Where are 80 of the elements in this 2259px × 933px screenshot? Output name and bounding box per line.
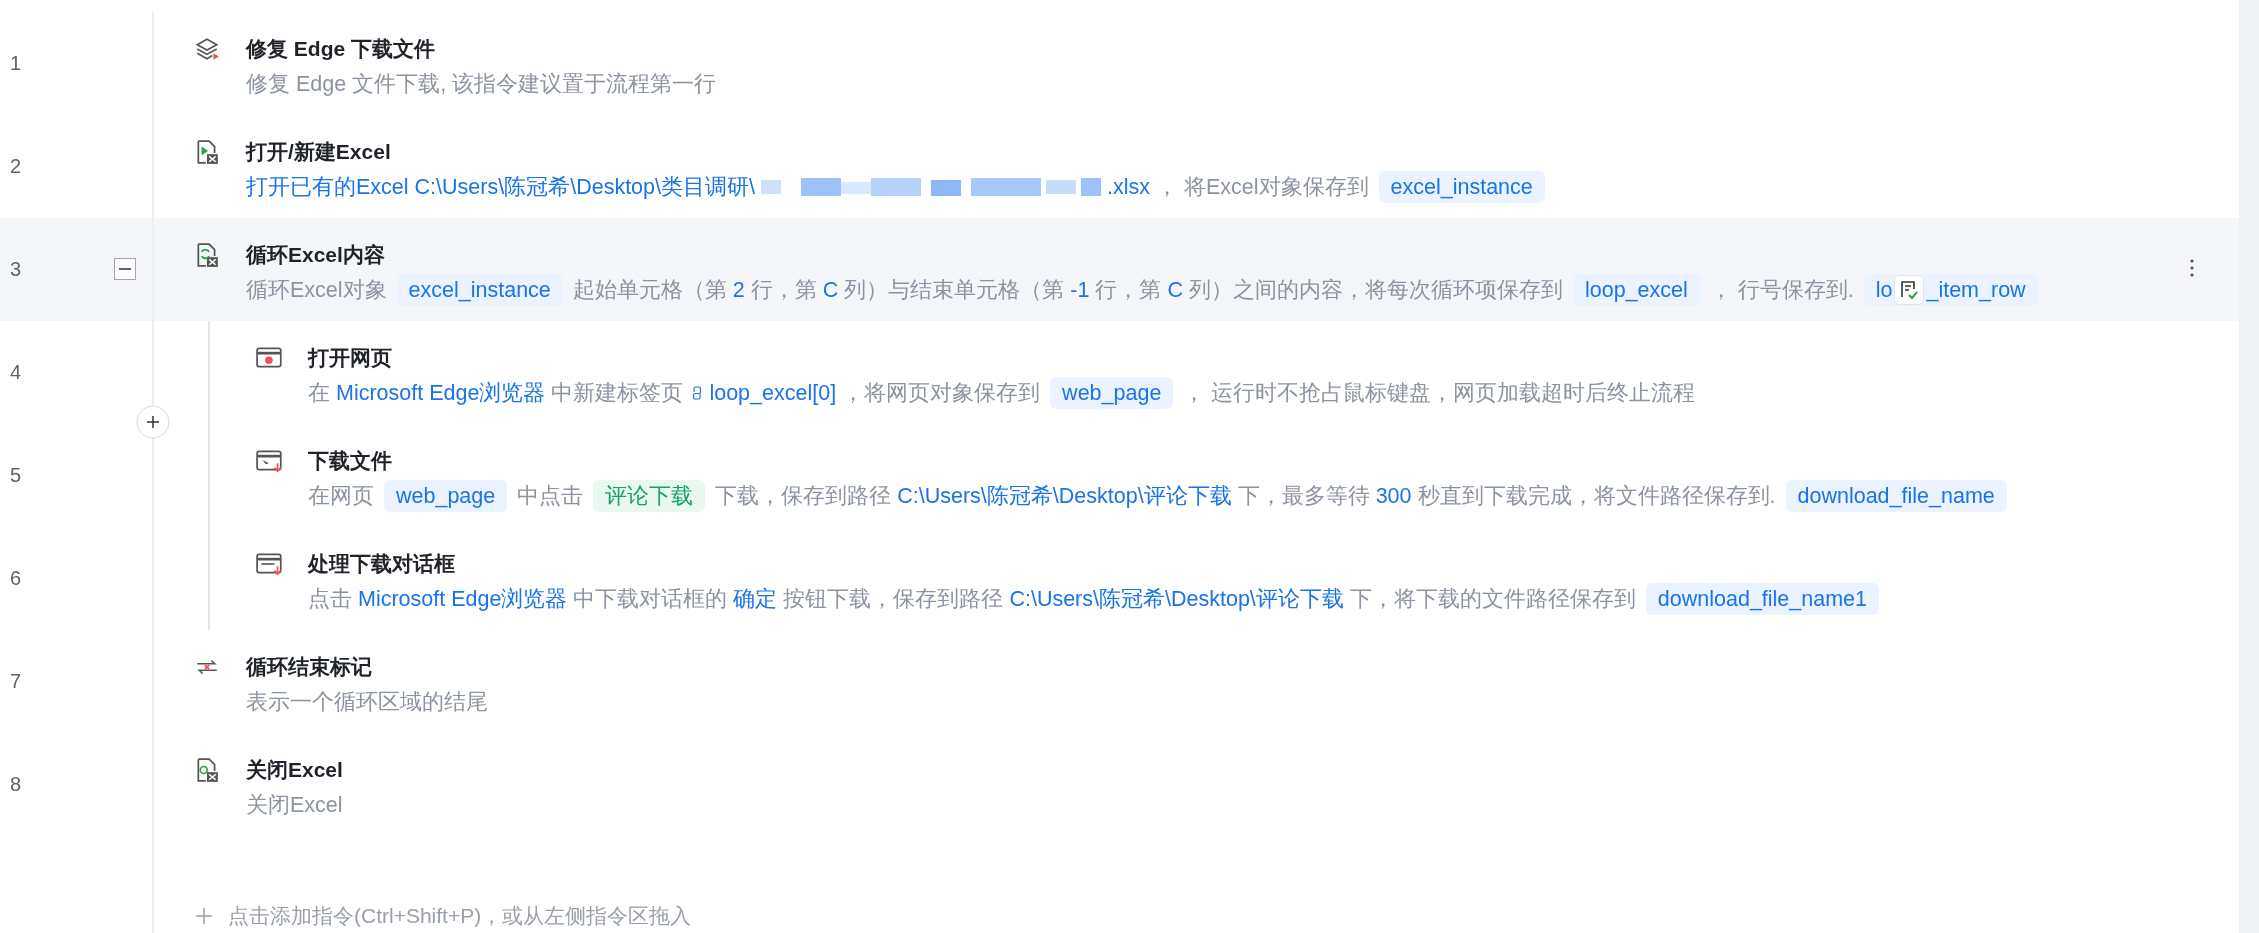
step-title: 关闭Excel [246, 757, 343, 783]
parameter-link[interactable]: Microsoft Edge浏览器 [358, 583, 568, 615]
step-title: 打开/新建Excel [246, 139, 391, 165]
step-row[interactable]: 3 循环Excel内容 循环Excel对象 excel_instance 起始单元格（第 2 行，第 C 列）与结束单元格（第 -1 行，第 C 列）之间的内容，将每次循环项保存到 loop_excel ， 行号保存到. lo _item_row [0, 218, 2239, 321]
description-text: ， 将Excel对象保存到 [1155, 174, 1369, 201]
variable-chip[interactable]: web_page [384, 480, 508, 512]
description-text: 行，第 [750, 277, 817, 304]
step-title: 下载文件 [308, 448, 392, 474]
description-text: 下，最多等待 [1237, 483, 1370, 510]
checklist-icon[interactable] [1894, 275, 1925, 305]
layers-icon [194, 36, 220, 62]
description-text: 中下载对话框的 [573, 586, 728, 613]
more-icon[interactable] [2189, 258, 2195, 278]
variable-chip[interactable]: loop_excel [1572, 274, 1700, 306]
description-text: 下载，保存到路径 [715, 483, 892, 510]
line-number: 6 [10, 567, 22, 590]
step-row[interactable]: 7 循环结束标记 表示一个循环区域的结尾 [0, 630, 2239, 733]
description-text: ，将网页对象保存到 [842, 380, 1041, 407]
line-number: 4 [10, 361, 22, 384]
parameter-link[interactable]: -1 [1070, 274, 1090, 306]
step-row[interactable]: 5 下载文件 在网页 web_page 中点击 评论下载 下载，保存到路径 C:\Users\陈冠希\Desktop\评论下载 下，最多等待 300 秒直到下载完成，将文件路径保存到. download_file_name [0, 424, 2239, 527]
description-text: 修复 Edge 文件下载, 该指令建议置于流程第一行 [246, 71, 717, 98]
element-tag[interactable]: 评论下载 [593, 480, 706, 512]
description-text: 在 [308, 380, 330, 407]
description-text: 关闭Excel [246, 792, 343, 819]
parameter-link[interactable]: C [822, 274, 839, 306]
line-number: 1 [10, 52, 22, 75]
step-title: 处理下载对话框 [308, 551, 455, 577]
excel-power-icon [194, 757, 220, 783]
excel-loop-icon [194, 242, 220, 268]
description-text: 在网页 [308, 483, 374, 510]
line-number: 7 [10, 670, 22, 693]
line-number: 8 [10, 773, 22, 796]
parameter-link[interactable]: 300 [1375, 480, 1412, 512]
collapse-icon[interactable] [114, 258, 136, 280]
description-text: ， 运行时不抢占鼠标键盘，网页加载超时后终止流程 [1183, 380, 1696, 407]
line-number: 3 [10, 258, 22, 281]
add-instruction-hint[interactable]: 点击添加指令(Ctrl+Shift+P)，或从左侧指令区拖入 [228, 902, 692, 930]
python-expression[interactable]: loop_excel[0] [709, 377, 837, 409]
dialog-download-icon [256, 551, 284, 577]
parameter-link[interactable]: C:\Users\陈冠希\Desktop\类目调研\ [414, 171, 755, 203]
line-number: 2 [10, 155, 22, 178]
description-text: 表示一个循环区域的结尾 [246, 689, 488, 716]
step-row[interactable]: 4 打开网页 在 Microsoft Edge浏览器 中新建标签页 loop_excel[0] ，将网页对象保存到 web_page ， 运行时不抢占鼠标键盘，网页加载超时后终止流程 [0, 321, 2239, 424]
variable-chip[interactable]: excel_instance [1378, 171, 1545, 203]
description-text: 点击 [308, 586, 352, 613]
variable-chip[interactable]: web_page [1050, 377, 1174, 409]
description-text: 列）之间的内容，将每次循环项保存到 [1188, 277, 1563, 304]
step-row[interactable]: 1 修复 Edge 下载文件 修复 Edge 文件下载, 该指令建议置于流程第一行 [0, 12, 2239, 115]
description-text: 中点击 [517, 483, 584, 510]
parameter-link[interactable]: Microsoft Edge浏览器 [336, 377, 546, 409]
description-text: 中新建标签页 [551, 380, 684, 407]
parameter-link[interactable]: 2 [732, 274, 745, 306]
step-title: 打开网页 [308, 345, 392, 371]
description-text: 起始单元格（第 [572, 277, 727, 304]
variable-chip[interactable]: excel_instance [396, 274, 563, 306]
step-row[interactable]: 6 处理下载对话框 点击 Microsoft Edge浏览器 中下载对话框的 确定 按钮下载，保存到路径 C:\Users\陈冠希\Desktop\评论下载 下，将下载的文件路径保存到 download_file_name1 [0, 527, 2239, 630]
description-text: 下，将下载的文件路径保存到 [1349, 586, 1636, 613]
parameter-link[interactable]: C:\Users\陈冠希\Desktop\评论下载 [897, 480, 1232, 512]
browser-download-icon [256, 448, 284, 474]
description-text: 秒直到下载完成，将文件路径保存到. [1417, 483, 1776, 510]
description-text: 列）与结束单元格（第 [844, 277, 1065, 304]
step-row[interactable]: 8 关闭Excel 关闭Excel [0, 733, 2239, 836]
step-title: 修复 Edge 下载文件 [246, 36, 435, 62]
step-title: 循环Excel内容 [246, 242, 385, 268]
step-title: 循环结束标记 [246, 654, 372, 680]
parameter-link[interactable]: 打开已有的Excel [246, 171, 409, 203]
excel-play-icon [194, 139, 220, 165]
description-text: 行，第 [1095, 277, 1162, 304]
description-text: 按钮下载，保存到路径 [783, 586, 1004, 613]
line-number: 5 [10, 464, 22, 487]
parameter-link[interactable]: C:\Users\陈冠希\Desktop\评论下载 [1009, 583, 1344, 615]
parameter-link[interactable]: 确定 [733, 583, 778, 615]
variable-chip[interactable]: lo _item_row [1863, 274, 2038, 306]
description-text: ， 行号保存到. [1709, 277, 1854, 304]
parameter-link[interactable]: C [1167, 274, 1183, 306]
parameter-link[interactable]: .xlsx [1106, 171, 1150, 203]
description-text: 循环Excel对象 [246, 277, 387, 304]
variable-chip[interactable]: download_file_name1 [1645, 583, 1879, 615]
variable-chip[interactable]: download_file_name [1785, 480, 2007, 512]
